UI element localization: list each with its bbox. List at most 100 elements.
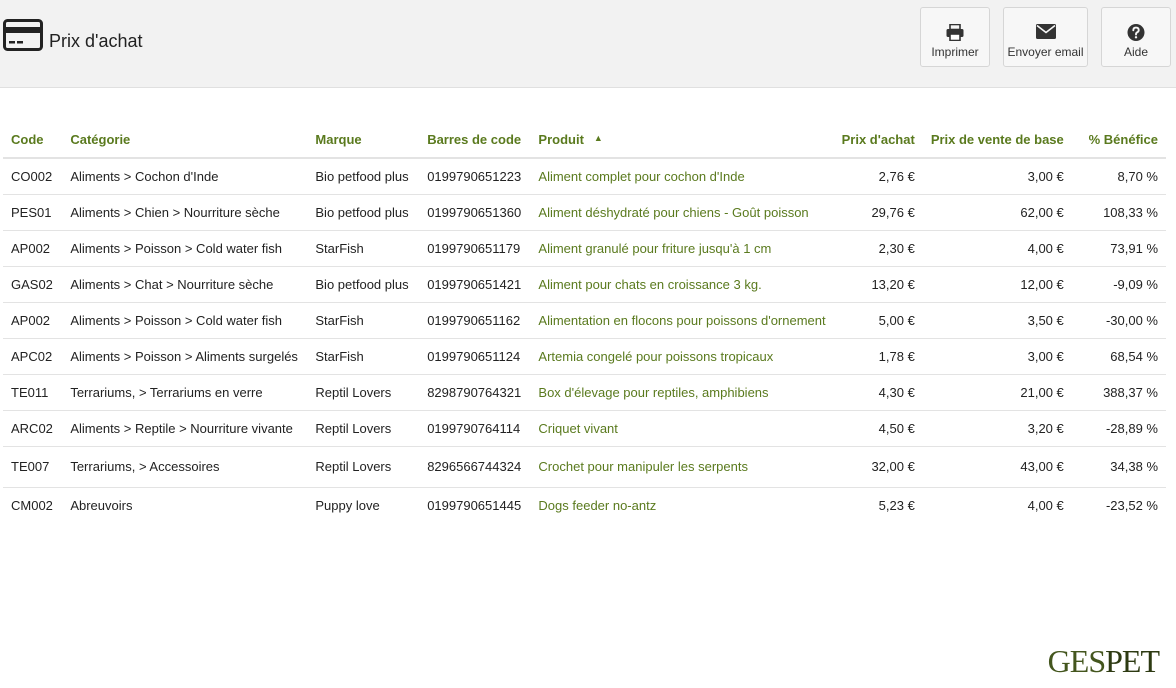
cell-marque: Reptil Lovers bbox=[307, 446, 420, 488]
send-email-button[interactable]: Envoyer email bbox=[1003, 7, 1088, 67]
help-button[interactable]: Aide bbox=[1101, 7, 1171, 67]
column-header-prix-vente[interactable]: Prix de vente de base bbox=[922, 122, 1072, 159]
cell-prix-achat: 1,78 € bbox=[833, 338, 923, 375]
cell-prix-achat: 4,50 € bbox=[833, 410, 923, 447]
send-email-button-label: Envoyer email bbox=[1007, 45, 1084, 59]
purchase-price-table: Code Catégorie Marque Barres de code Pro… bbox=[3, 122, 1166, 523]
cell-barres: 0199790651445 bbox=[427, 497, 522, 513]
cell-benefice: -30,00 % bbox=[1071, 302, 1166, 339]
column-header-produit-label: Produit bbox=[538, 132, 584, 147]
cell-code: CO002 bbox=[3, 158, 63, 195]
page-title: Prix d'achat bbox=[49, 31, 143, 51]
column-header-code[interactable]: Code bbox=[3, 122, 63, 159]
cell-produit[interactable]: Aliment déshydraté pour chiens - Goût po… bbox=[530, 194, 834, 231]
cell-produit[interactable]: Dogs feeder no-antz bbox=[530, 487, 833, 523]
column-header-benefice[interactable]: % Bénéfice bbox=[1071, 122, 1166, 159]
cell-benefice: 73,91 % bbox=[1071, 230, 1166, 267]
column-header-produit[interactable]: Produit ▲ bbox=[530, 122, 834, 159]
cell-categorie: Terrariums, > Accessoires bbox=[62, 446, 308, 488]
cell-prix-vente: 21,00 € bbox=[922, 374, 1072, 411]
cell-categorie: Aliments > Poisson > Cold water fish bbox=[62, 302, 308, 339]
cell-marque: Bio petfood plus bbox=[307, 158, 420, 195]
cell-benefice: -28,89 % bbox=[1071, 410, 1166, 447]
cell-prix-vente: 3,00 € bbox=[922, 158, 1072, 195]
cell-categorie: Aliments > Reptile > Nourriture vivante bbox=[62, 410, 308, 447]
cell-barres: 0199790651223 bbox=[419, 158, 531, 195]
printer-icon bbox=[946, 24, 964, 41]
table-row[interactable]: GAS02 Aliments > Chat > Nourriture sèche B… bbox=[3, 266, 1166, 303]
cell-marque: Reptil Lovers bbox=[307, 410, 420, 447]
cell-categorie: Terrariums, > Terrariums en verre bbox=[62, 374, 308, 411]
cell-prix-achat: 4,30 € bbox=[833, 374, 923, 411]
table-row[interactable]: CM002 Abreuvoirs Puppy love 0199790651445 Do… bbox=[3, 487, 1166, 523]
cell-categorie: Aliments > Chat > Nourriture sèche bbox=[62, 266, 308, 303]
cell-code: TE007 bbox=[3, 446, 63, 488]
cell-prix-achat: 2,76 € bbox=[833, 158, 923, 195]
cell-barres: 0199790651421 bbox=[419, 266, 531, 303]
cell-categorie: Aliments > Chien > Nourriture sèche bbox=[62, 194, 308, 231]
cell-produit[interactable]: Criquet vivant bbox=[530, 410, 834, 447]
cell-code: APC02 bbox=[3, 338, 63, 375]
cell-produit[interactable]: Aliment complet pour cochon d'Inde bbox=[530, 158, 834, 195]
cell-prix-vente: 43,00 € bbox=[922, 446, 1072, 488]
cell-marque: Bio petfood plus bbox=[307, 266, 420, 303]
cell-produit[interactable]: Aliment granulé pour friture jusqu'à 1 c… bbox=[530, 230, 834, 267]
cell-prix-achat: 5,23 € bbox=[878, 497, 915, 513]
cell-prix-vente: 3,00 € bbox=[922, 338, 1072, 375]
print-button-label: Imprimer bbox=[931, 45, 979, 59]
cell-barres: 8298790764321 bbox=[419, 374, 531, 411]
cell-prix-achat: 13,20 € bbox=[833, 266, 923, 303]
print-button[interactable]: Imprimer bbox=[920, 7, 990, 67]
cell-code: GAS02 bbox=[3, 266, 63, 303]
cell-benefice: 388,37 % bbox=[1071, 374, 1166, 411]
cell-barres: 0199790651162 bbox=[419, 302, 531, 339]
table-row[interactable]: AP002 Aliments > Poisson > Cold water fis… bbox=[3, 230, 1166, 267]
cell-code: CM002 bbox=[11, 497, 53, 513]
column-header-barres[interactable]: Barres de code bbox=[419, 122, 531, 159]
page-header: Prix d'achat Imprimer Envoyer email Aide bbox=[0, 0, 1176, 88]
column-header-marque[interactable]: Marque bbox=[307, 122, 420, 159]
cell-produit[interactable]: Crochet pour manipuler les serpents bbox=[530, 446, 834, 488]
cell-benefice: 68,54 % bbox=[1071, 338, 1166, 375]
cell-code: PES01 bbox=[3, 194, 63, 231]
cell-barres: 0199790651124 bbox=[419, 338, 531, 375]
cell-produit[interactable]: Alimentation en flocons pour poissons d'… bbox=[530, 302, 834, 339]
table-header-row: Code Catégorie Marque Barres de code Pro… bbox=[3, 122, 1166, 159]
table-row[interactable]: CO002 Aliments > Cochon d'Inde Bio petfood… bbox=[3, 158, 1166, 195]
cell-prix-achat: 5,00 € bbox=[833, 302, 923, 339]
cell-marque: Reptil Lovers bbox=[307, 374, 420, 411]
cell-barres: 0199790651360 bbox=[419, 194, 531, 231]
cell-prix-vente: 4,00 € bbox=[922, 230, 1072, 267]
cell-produit[interactable]: Artemia congelé pour poissons tropicaux bbox=[530, 338, 834, 375]
cell-code: TE011 bbox=[3, 374, 63, 411]
table-row[interactable]: TE007 Terrariums, > Accessoires Reptil Lov… bbox=[3, 446, 1166, 488]
cell-prix-vente: 4,00 € bbox=[1027, 497, 1064, 513]
column-header-prix-achat[interactable]: Prix d'achat bbox=[833, 122, 923, 159]
cell-code: AP002 bbox=[3, 302, 63, 339]
cell-produit[interactable]: Box d'élevage pour reptiles, amphibiens bbox=[530, 374, 834, 411]
cell-marque: Bio petfood plus bbox=[307, 194, 420, 231]
cell-marque: StarFish bbox=[307, 338, 420, 375]
column-header-categorie[interactable]: Catégorie bbox=[62, 122, 308, 159]
cell-code: AP002 bbox=[3, 230, 63, 267]
cell-categorie: Aliments > Poisson > Aliments surgelés bbox=[62, 338, 308, 375]
gespet-logo: GESPET bbox=[1047, 643, 1160, 679]
table-row[interactable]: ARC02 Aliments > Reptile > Nourriture viv… bbox=[3, 410, 1166, 447]
cell-code: ARC02 bbox=[3, 410, 63, 447]
cell-barres: 0199790764114 bbox=[419, 410, 531, 447]
help-button-label: Aide bbox=[1123, 45, 1149, 59]
table-row[interactable]: PES01 Aliments > Chien > Nourriture sèche… bbox=[3, 194, 1166, 231]
envelope-icon bbox=[1035, 24, 1056, 39]
cell-benefice: 34,38 % bbox=[1071, 446, 1166, 488]
table-row[interactable]: AP002 Aliments > Poisson > Cold water fis… bbox=[3, 302, 1166, 339]
cell-produit[interactable]: Aliment pour chats en croissance 3 kg. bbox=[530, 266, 834, 303]
cell-benefice: 8,70 % bbox=[1071, 158, 1166, 195]
table-row[interactable]: APC02 Aliments > Poisson > Aliments surge… bbox=[3, 338, 1166, 375]
cell-prix-achat: 32,00 € bbox=[833, 446, 923, 488]
cell-prix-vente: 62,00 € bbox=[922, 194, 1072, 231]
credit-card-icon bbox=[3, 19, 43, 51]
help-icon bbox=[1127, 24, 1145, 41]
cell-marque: Puppy love bbox=[315, 497, 380, 513]
cell-prix-vente: 3,50 € bbox=[922, 302, 1072, 339]
table-row[interactable]: TE011 Terrariums, > Terrariums en verre Re… bbox=[3, 374, 1166, 411]
